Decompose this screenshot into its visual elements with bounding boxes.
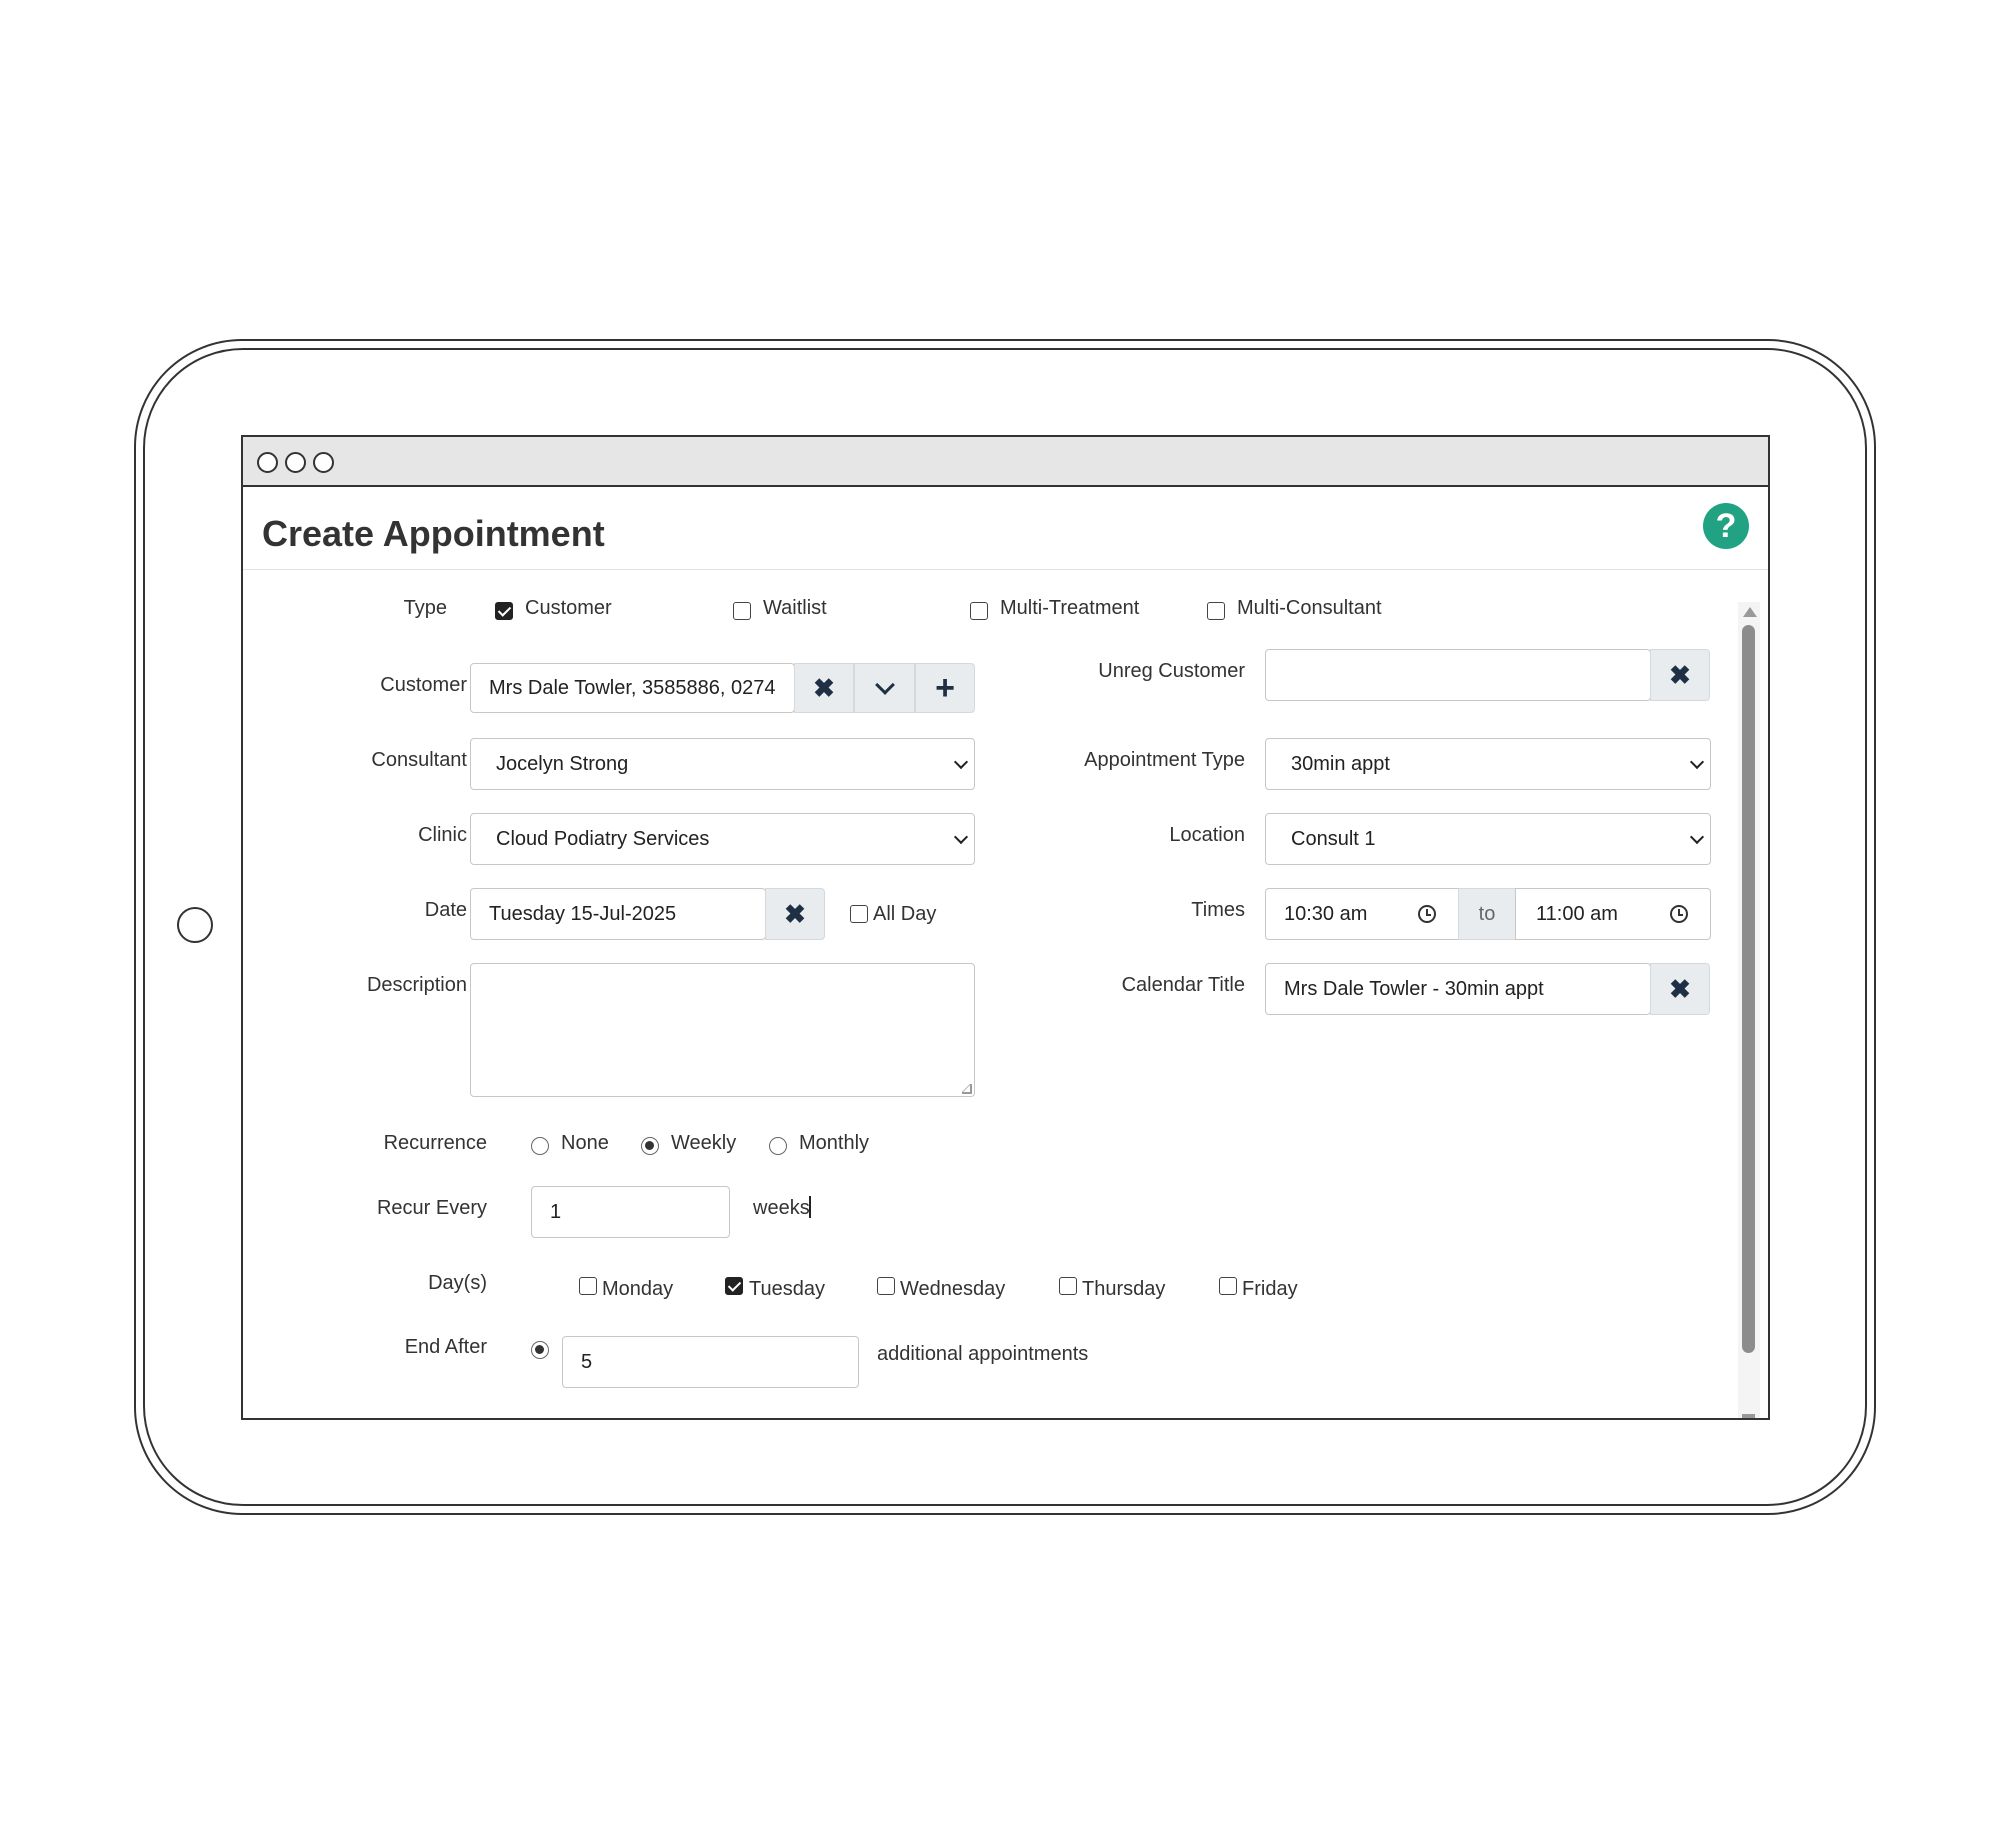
location-select-value: Consult 1 (1291, 827, 1376, 850)
type-multi-treatment-label: Multi-Treatment (1000, 597, 1140, 619)
times-label: Times (1191, 899, 1245, 921)
type-customer-label: Customer (525, 597, 612, 619)
home-button[interactable] (177, 907, 213, 943)
day-tuesday-label: Tuesday (749, 1278, 825, 1300)
clinic-label: Clinic (418, 824, 467, 846)
type-waitlist-label: Waitlist (763, 597, 827, 619)
date-label: Date (424, 899, 467, 921)
calendar-title-clear-button[interactable]: ✖ (1650, 963, 1710, 1015)
clock-icon[interactable] (1418, 905, 1436, 923)
start-time-input[interactable]: 10:30 am (1265, 888, 1459, 940)
x-mark-icon: ✖ (784, 899, 806, 929)
chevron-down-icon (1689, 754, 1705, 770)
end-time-value: 11:00 am (1536, 902, 1618, 925)
chevron-down-icon (953, 754, 969, 770)
day-monday-label: Monday (602, 1278, 674, 1300)
end-after-input[interactable]: 5 (562, 1336, 859, 1388)
chevron-down-icon (874, 675, 895, 695)
chevron-down-icon (953, 829, 969, 845)
recurrence-monthly-label: Monthly (799, 1132, 870, 1154)
all-day-checkbox[interactable] (850, 905, 868, 923)
all-day-label: All Day (873, 903, 937, 925)
resize-grip-icon[interactable] (962, 1084, 972, 1094)
recur-every-input[interactable]: 1 (531, 1186, 730, 1238)
text-cursor (809, 1196, 811, 1218)
x-mark-icon: ✖ (813, 673, 835, 703)
clinic-select[interactable]: Cloud Podiatry Services (470, 813, 975, 865)
appointment-type-select[interactable]: 30min appt (1265, 738, 1711, 790)
scroll-up-arrow-icon[interactable] (1743, 607, 1757, 617)
consultant-select[interactable]: Jocelyn Strong (470, 738, 975, 790)
recurrence-weekly-radio[interactable] (641, 1137, 659, 1155)
description-textarea[interactable] (470, 963, 975, 1097)
type-multi-consultant-checkbox[interactable] (1207, 602, 1225, 620)
type-waitlist-checkbox[interactable] (733, 602, 751, 620)
x-mark-icon: ✖ (1669, 974, 1691, 1004)
day-monday-checkbox[interactable] (579, 1277, 597, 1295)
help-icon[interactable]: ? (1703, 503, 1749, 549)
x-mark-icon: ✖ (1669, 660, 1691, 690)
clock-icon[interactable] (1670, 905, 1688, 923)
recur-every-label: Recur Every (376, 1197, 487, 1219)
location-select[interactable]: Consult 1 (1265, 813, 1711, 865)
end-after-suffix: additional appointments (877, 1343, 1089, 1365)
window-titlebar (243, 437, 1768, 487)
appointment-type-label: Appointment Type (1084, 749, 1245, 771)
recurrence-none-radio[interactable] (531, 1137, 549, 1155)
calendar-title-input[interactable]: Mrs Dale Towler - 30min appt (1265, 963, 1651, 1015)
start-time-value: 10:30 am (1284, 902, 1368, 925)
consultant-label: Consultant (371, 749, 467, 771)
customer-dropdown-button[interactable] (854, 663, 915, 713)
day-wednesday-label: Wednesday (900, 1278, 1006, 1300)
recur-every-unit: weeks (753, 1197, 810, 1219)
app-window: Create Appointment ? Type Customer Waitl… (241, 435, 1770, 1420)
customer-input[interactable]: Mrs Dale Towler, 3585886, 0274 (470, 663, 795, 713)
recurrence-label: Recurrence (383, 1132, 487, 1154)
calendar-title-label: Calendar Title (1121, 974, 1245, 996)
customer-label: Customer (380, 674, 467, 696)
clinic-select-value: Cloud Podiatry Services (496, 827, 710, 850)
window-dot-2[interactable] (285, 452, 306, 473)
times-separator: to (1458, 888, 1516, 940)
description-label: Description (366, 974, 467, 996)
scrollbar-thumb[interactable] (1742, 625, 1755, 1353)
customer-clear-button[interactable]: ✖ (794, 663, 854, 713)
type-customer-checkbox[interactable] (495, 602, 513, 620)
type-multi-treatment-checkbox[interactable] (970, 602, 988, 620)
window-dot-3[interactable] (313, 452, 334, 473)
day-friday-checkbox[interactable] (1219, 1277, 1237, 1295)
scroll-down-arrow-icon[interactable] (1742, 1414, 1755, 1418)
date-clear-button[interactable]: ✖ (765, 888, 825, 940)
end-after-label: End After (404, 1336, 487, 1358)
day-thursday-checkbox[interactable] (1059, 1277, 1077, 1295)
unreg-customer-input[interactable] (1265, 649, 1651, 701)
day-tuesday-checkbox[interactable] (725, 1277, 743, 1295)
appointment-type-select-value: 30min appt (1291, 752, 1390, 775)
day-thursday-label: Thursday (1082, 1278, 1166, 1300)
unreg-customer-clear-button[interactable]: ✖ (1650, 649, 1710, 701)
recurrence-none-label: None (561, 1132, 609, 1154)
end-after-radio[interactable] (531, 1341, 549, 1359)
recurrence-monthly-radio[interactable] (769, 1137, 787, 1155)
days-label: Day(s) (428, 1272, 487, 1294)
customer-add-button[interactable]: + (915, 663, 975, 713)
day-wednesday-checkbox[interactable] (877, 1277, 895, 1295)
day-friday-label: Friday (1242, 1278, 1298, 1300)
chevron-down-icon (1689, 829, 1705, 845)
header-divider (243, 569, 1768, 570)
recurrence-weekly-label: Weekly (671, 1132, 737, 1154)
type-label: Type (403, 597, 447, 619)
vertical-scrollbar[interactable] (1738, 602, 1760, 1418)
page-title: Create Appointment (262, 513, 605, 554)
plus-icon: + (935, 669, 955, 707)
unreg-customer-label: Unreg Customer (1098, 660, 1245, 682)
window-dot-1[interactable] (257, 452, 278, 473)
consultant-select-value: Jocelyn Strong (496, 752, 629, 775)
end-time-input[interactable]: 11:00 am (1515, 888, 1711, 940)
type-multi-consultant-label: Multi-Consultant (1237, 597, 1382, 619)
location-label: Location (1169, 824, 1245, 846)
date-input[interactable]: Tuesday 15-Jul-2025 (470, 888, 766, 940)
